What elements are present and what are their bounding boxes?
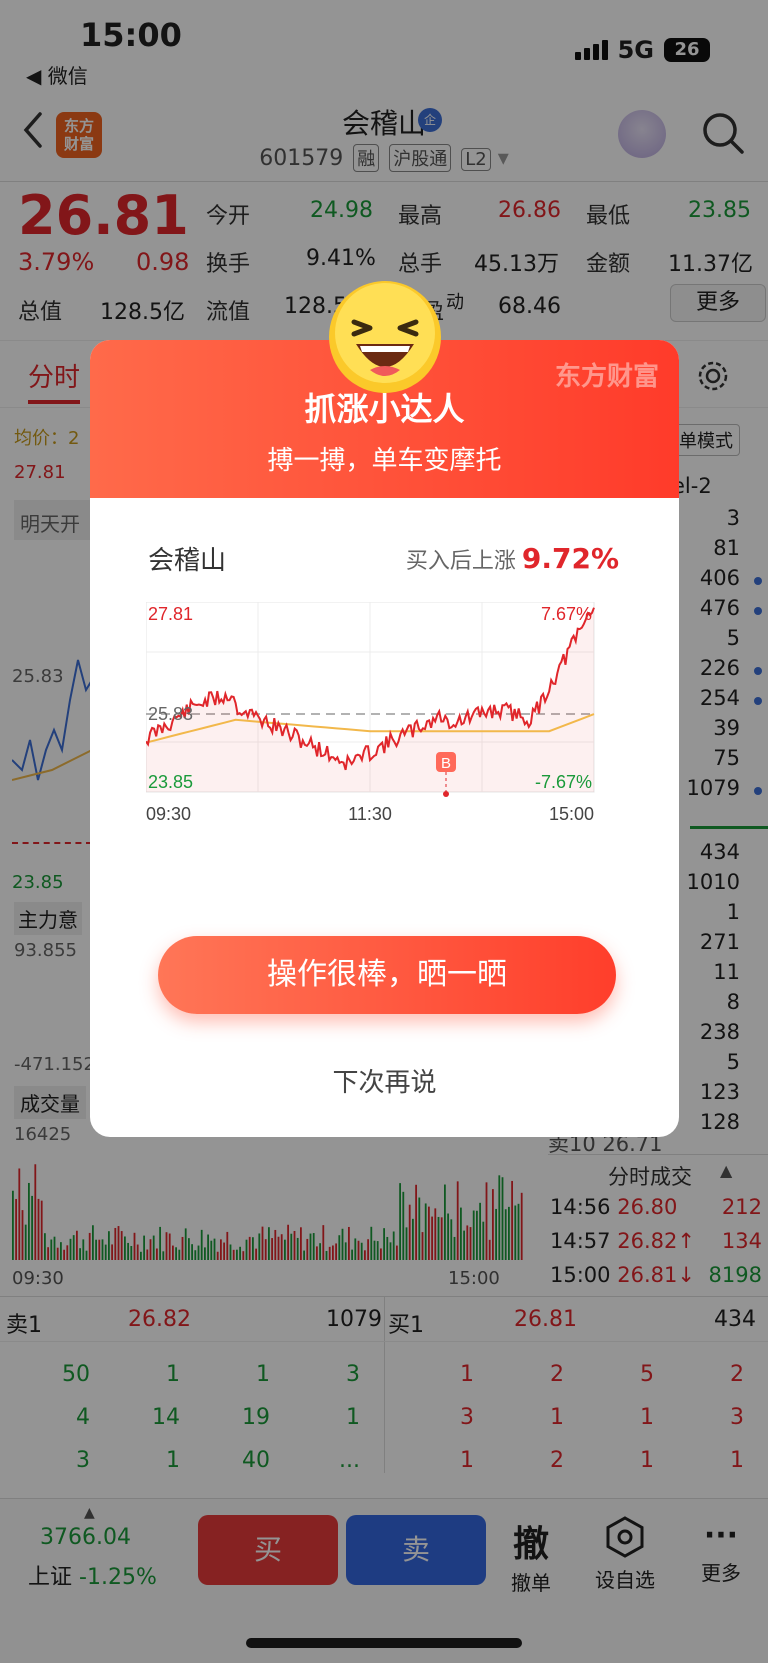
mini-pct-high: 7.67%	[541, 604, 592, 624]
mini-time-mid: 11:30	[348, 804, 392, 824]
mini-price-chart: B 27.81 25.83 23.85 7.67% -7.67% 09:30 1…	[146, 602, 595, 824]
mini-low-tick: 23.85	[148, 772, 193, 792]
buy-point-dot	[443, 791, 449, 797]
modal-stock-name: 会稽山	[148, 546, 227, 576]
gain-value: 9.72%	[521, 542, 619, 575]
share-button[interactable]: 操作很棒，晒一晒	[158, 936, 616, 1014]
laughing-face-icon	[329, 281, 441, 393]
mini-high-tick: 27.81	[148, 604, 193, 624]
modal-subtitle: 搏一搏，单车变摩托	[267, 446, 502, 476]
gain-label: 买入后上涨	[405, 549, 516, 574]
mini-mid-tick: 25.83	[148, 704, 193, 724]
mini-time-start: 09:30	[146, 804, 191, 824]
share-modal: 东方财富 抓涨小达人 搏一搏，单车变摩托 会稽山 买入后上涨 9.72% B 27…	[90, 340, 679, 1137]
home-indicator[interactable]	[246, 1638, 522, 1648]
dismiss-button[interactable]: 下次再说	[90, 1062, 679, 1099]
mini-time-end: 15:00	[549, 804, 594, 824]
gain-row: 买入后上涨 9.72%	[406, 542, 619, 575]
buy-marker-label: B	[441, 755, 451, 772]
mini-pct-low: -7.67%	[535, 772, 592, 792]
